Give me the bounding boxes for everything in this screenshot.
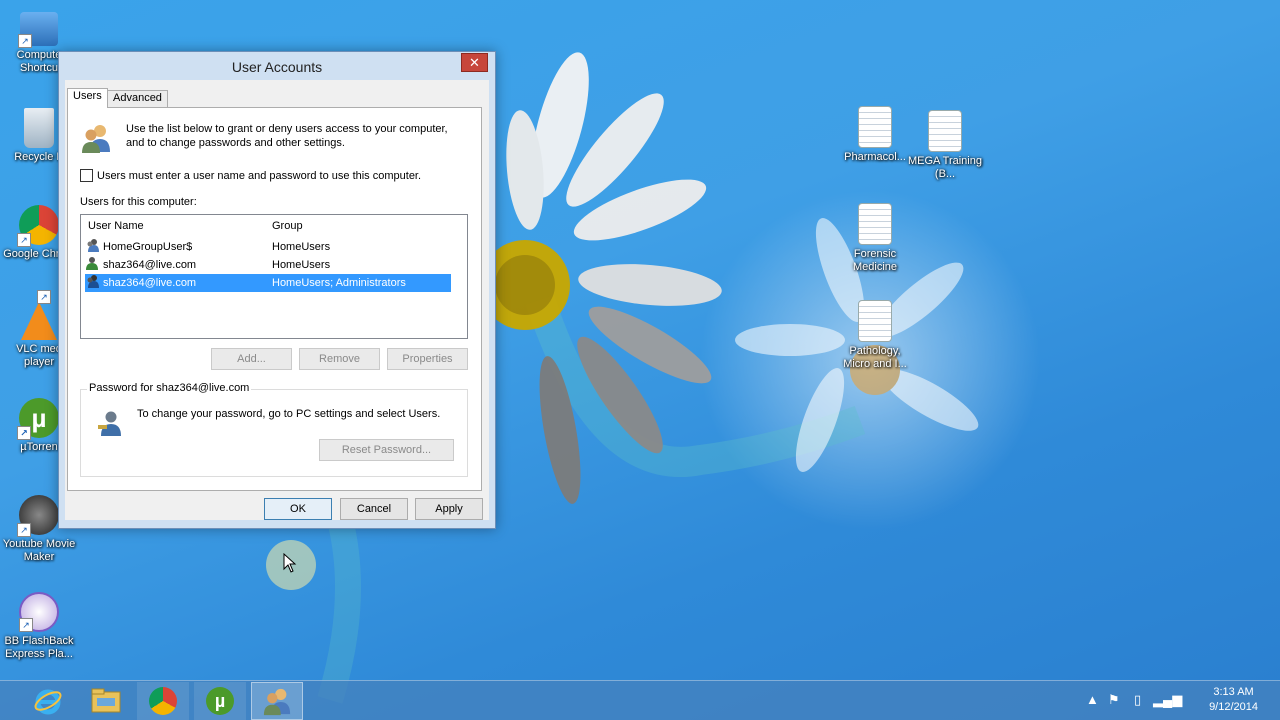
user-name-cell: shaz364@live.com <box>103 277 197 289</box>
group-cell: HomeUsers; Administrators <box>272 277 406 289</box>
password-group-title: Password for shaz364@live.com <box>87 382 252 394</box>
chrome-icon <box>149 687 177 715</box>
taskbar: µ ▲ ⚑ ▯ ▂▄▆ ♪ 3:13 AM 9/12/2014 <box>0 680 1280 720</box>
users-list-label: Users for this computer: <box>80 196 197 208</box>
intro-line-2: and to change passwords and other settin… <box>126 137 345 149</box>
desktop-icon-label: Forensic Medicine <box>852 248 898 273</box>
taskbar-user-accounts[interactable] <box>251 682 303 720</box>
utorrent-icon: µ <box>206 687 234 715</box>
desktop-icon-label: Pathology, Micro and I... <box>843 345 907 370</box>
group-cell: HomeUsers <box>272 259 331 271</box>
desktop-icon-label: BB FlashBack Express Pla... <box>4 635 74 660</box>
vlc-icon <box>21 290 57 340</box>
chrome-icon <box>17 205 59 247</box>
action-center-icon[interactable]: ⚑ <box>1108 693 1120 707</box>
internet-explorer-icon <box>34 689 62 715</box>
password-group: Password for shaz364@live.com To change … <box>80 382 468 477</box>
dialog-title: User Accounts <box>231 59 323 75</box>
dialog-client-area: Users Advanced Use the list below to gra… <box>65 80 489 520</box>
close-icon: ✕ <box>469 55 480 70</box>
column-group[interactable]: Group <box>272 220 303 232</box>
document-icon <box>858 300 892 342</box>
volume-icon[interactable]: ♪ <box>1176 693 1183 707</box>
tab-advanced[interactable]: Advanced <box>107 90 168 107</box>
user-accounts-icon <box>263 688 291 716</box>
battery-icon[interactable]: ▯ <box>1134 693 1141 707</box>
utorrent-icon: µ <box>17 398 59 440</box>
mouse-cursor-icon <box>283 553 297 573</box>
cancel-button[interactable]: Cancel <box>340 498 408 520</box>
users-list[interactable]: User Name Group HomeGroupUser$ HomeUsers… <box>80 214 468 339</box>
taskbar-file-explorer[interactable] <box>80 682 132 720</box>
flashback-icon <box>19 592 59 632</box>
apply-button[interactable]: Apply <box>415 498 483 520</box>
taskbar-chrome[interactable] <box>137 682 189 720</box>
close-button[interactable]: ✕ <box>461 53 488 72</box>
user-icon <box>86 257 98 270</box>
desktop-icon-label: MEGA Training (B... <box>908 155 982 180</box>
taskbar-utorrent[interactable]: µ <box>194 682 246 720</box>
require-password-checkbox-row[interactable]: Users must enter a user name and passwor… <box>80 169 421 182</box>
require-password-label[interactable]: Users must enter a user name and passwor… <box>97 170 421 182</box>
clock-time: 3:13 AM <box>1213 686 1254 698</box>
group-cell: HomeUsers <box>272 241 331 253</box>
list-header: User Name Group <box>81 215 467 237</box>
user-name-cell: shaz364@live.com <box>103 259 197 271</box>
dialog-titlebar[interactable]: User Accounts ✕ <box>59 52 495 80</box>
intro-line-1: Use the list below to grant or deny user… <box>126 123 448 135</box>
desktop-icon-pharmacology[interactable]: Pharmacol... <box>836 106 914 164</box>
user-accounts-dialog: User Accounts ✕ Users Advanced Use the l… <box>58 51 496 529</box>
users-icon <box>82 125 110 153</box>
file-explorer-icon <box>91 688 121 713</box>
users-tab-panel: Use the list below to grant or deny user… <box>67 107 482 491</box>
desktop-icon-mega-training[interactable]: MEGA Training (B... <box>906 110 984 181</box>
computer-icon <box>18 12 58 48</box>
recycle-bin-icon <box>24 108 54 148</box>
password-info-text: To change your password, go to PC settin… <box>137 408 441 420</box>
clock-date: 9/12/2014 <box>1209 701 1258 713</box>
table-row[interactable]: shaz364@live.com HomeUsers <box>85 256 451 274</box>
taskbar-internet-explorer[interactable] <box>22 682 74 720</box>
properties-button[interactable]: Properties <box>387 348 468 370</box>
youtube-movie-maker-icon <box>17 495 59 537</box>
column-user-name[interactable]: User Name <box>88 220 144 232</box>
table-row[interactable]: HomeGroupUser$ HomeUsers <box>85 238 451 256</box>
document-icon <box>928 110 962 152</box>
document-icon <box>858 106 892 148</box>
user-name-cell: HomeGroupUser$ <box>103 241 193 253</box>
remove-button[interactable]: Remove <box>299 348 380 370</box>
table-row-selected[interactable]: shaz364@live.com HomeUsers; Administrato… <box>85 274 451 292</box>
ok-button[interactable]: OK <box>264 498 332 520</box>
desktop-icon-pathology[interactable]: Pathology, Micro and I... <box>836 300 914 371</box>
desktop-icon-label: Pharmacol... <box>844 151 906 163</box>
user-icon <box>87 275 99 288</box>
user-key-icon <box>98 411 121 436</box>
document-icon <box>858 203 892 245</box>
require-password-checkbox[interactable] <box>80 169 93 182</box>
desktop-icon-label: Youtube Movie Maker <box>2 538 76 563</box>
add-button[interactable]: Add... <box>211 348 292 370</box>
clock[interactable]: 3:13 AM 9/12/2014 <box>1209 685 1258 715</box>
intro-text: Use the list below to grant or deny user… <box>126 122 466 150</box>
show-hidden-icons-icon[interactable]: ▲ <box>1086 693 1099 707</box>
user-icon <box>87 239 99 252</box>
desktop-icon-flashback[interactable]: BB FlashBack Express Pla... <box>0 592 78 661</box>
tab-users[interactable]: Users <box>67 88 108 108</box>
reset-password-button[interactable]: Reset Password... <box>319 439 454 461</box>
desktop-icon-forensic-medicine[interactable]: Forensic Medicine <box>836 203 914 274</box>
